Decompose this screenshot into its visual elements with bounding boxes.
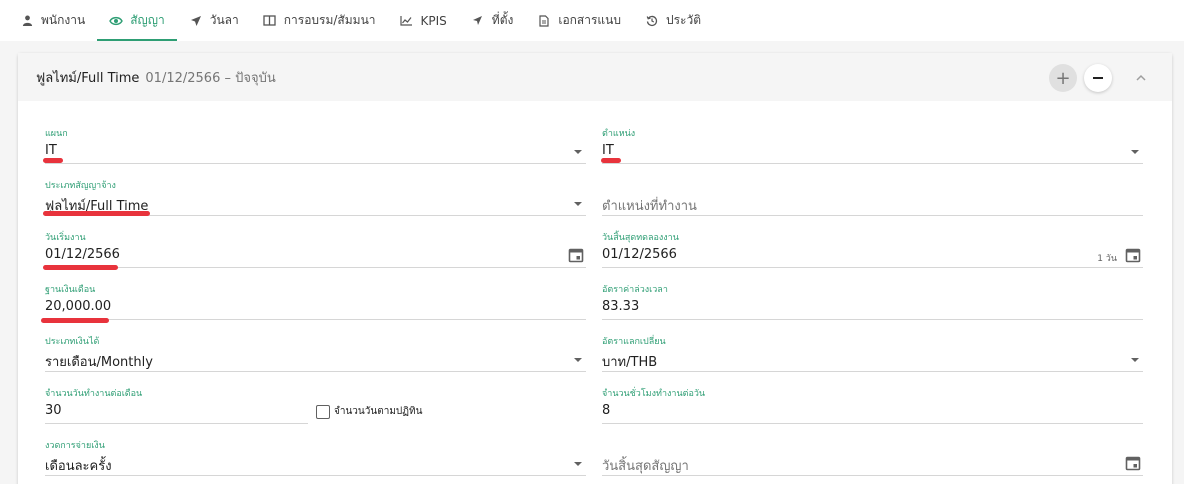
dropdown-arrow-icon: [574, 462, 582, 466]
contract-panel: ฟูลไทม์/Full Time 01/12/2566 – ปัจจุบัน …: [18, 53, 1172, 484]
eye-icon: [109, 14, 123, 28]
tab-location[interactable]: ที่ตั้ง: [459, 0, 526, 41]
calendar-days-label: จำนวนวันตามปฏิทิน: [334, 406, 423, 417]
tab-attachments[interactable]: เอกสารแนบ: [525, 0, 633, 41]
probation-days: 1 วัน: [1097, 254, 1117, 264]
hours-per-day-label: จำนวนชั่วโมงทำงานต่อวัน: [602, 389, 706, 399]
pay-period-label: งวดการจ่ายเงิน: [45, 441, 105, 451]
checkbox-box[interactable]: [316, 404, 330, 419]
dropdown-arrow-icon: [1131, 150, 1139, 154]
calendar-icon[interactable]: [1125, 247, 1141, 263]
department-value: IT: [45, 143, 57, 158]
tab-label: การอบรม/สัมมนา: [283, 13, 376, 27]
pay-type-value: รายเดือน/Monthly: [45, 355, 153, 370]
contract-title: ฟูลไทม์/Full Time: [36, 70, 140, 86]
person-icon: [20, 14, 34, 28]
minus-icon: [1093, 77, 1103, 79]
highlight-mark: [43, 265, 118, 270]
calendar-icon[interactable]: [568, 247, 584, 263]
highlight-mark: [601, 158, 621, 163]
collapse-button[interactable]: [1132, 69, 1150, 87]
contract-date-range: 01/12/2566 – ปัจจุบัน: [145, 70, 276, 86]
contract-type-label: ประเภทสัญญาจ้าง: [45, 181, 116, 191]
contract-panel-header[interactable]: ฟูลไทม์/Full Time 01/12/2566 – ปัจจุบัน …: [18, 53, 1172, 101]
tab-label: สัญญา: [130, 13, 165, 27]
chart-icon: [400, 14, 414, 28]
plus-icon: +: [1055, 67, 1071, 89]
history-icon: [645, 14, 659, 28]
overtime-rate-value: 83.33: [602, 299, 640, 314]
tab-label: ประวัติ: [665, 13, 702, 27]
calendar-days-checkbox[interactable]: จำนวนวันตามปฏิทิน: [316, 404, 422, 419]
pay-period-value: เดือนละครั้ง: [45, 459, 112, 474]
probation-end-value: 01/12/2566: [602, 247, 677, 262]
tab-label: พนักงาน: [41, 13, 86, 27]
chevron-up-icon: [1136, 74, 1146, 81]
tab-label: เอกสารแนบ: [558, 13, 621, 27]
tab-kpis[interactable]: KPIS: [388, 0, 459, 41]
start-date-label: วันเริ่มงาน: [45, 233, 86, 243]
position-label: ตำแหน่ง: [602, 129, 636, 139]
probation-end-label: วันสิ้นสุดทดลองงาน: [602, 233, 679, 243]
tab-label: ที่ตั้ง: [491, 13, 514, 27]
remove-contract-button[interactable]: [1084, 64, 1112, 92]
highlight-mark: [41, 318, 109, 323]
pay-type-label: ประเภทเงินได้: [45, 337, 100, 347]
position-value: IT: [602, 143, 614, 158]
department-label: แผนก: [45, 129, 68, 139]
tab-contract[interactable]: สัญญา: [97, 0, 177, 41]
base-salary-value: 20,000.00: [45, 299, 112, 314]
location-icon: [471, 14, 485, 28]
calendar-icon[interactable]: [1125, 455, 1141, 471]
tab-training[interactable]: การอบรม/สัมมนา: [251, 0, 388, 41]
workdays-value: 30: [45, 403, 62, 418]
hours-per-day-value: 8: [602, 403, 611, 418]
tab-employee[interactable]: พนักงาน: [8, 0, 97, 41]
tab-leave[interactable]: วันลา: [177, 0, 251, 41]
workdays-label: จำนวนวันทำงานต่อเดือน: [45, 389, 143, 399]
exchange-rate-value: บาท/THB: [602, 355, 658, 370]
add-contract-button[interactable]: +: [1049, 64, 1077, 92]
book-icon: [263, 14, 277, 28]
work-position-placeholder: ตำแหน่งที่ทำงาน: [602, 199, 697, 214]
dropdown-arrow-icon: [574, 150, 582, 154]
exchange-rate-label: อัตราแลกเปลี่ยน: [602, 337, 666, 347]
base-salary-label: ฐานเงินเดือน: [45, 285, 96, 295]
tab-label: KPIS: [420, 13, 447, 28]
tab-history[interactable]: ประวัติ: [633, 0, 713, 41]
tab-label: วันลา: [209, 13, 239, 27]
highlight-mark: [43, 158, 63, 163]
tab-bar: พนักงาน สัญญา วันลา การอบรม/สัมมนา KPIS …: [0, 0, 1184, 41]
dropdown-arrow-icon: [1131, 358, 1139, 362]
contract-end-placeholder: วันสิ้นสุดสัญญา: [602, 459, 689, 474]
highlight-mark: [43, 211, 150, 216]
dropdown-arrow-icon: [574, 202, 582, 206]
attachment-icon: [537, 14, 551, 28]
plane-icon: [189, 14, 203, 28]
start-date-value: 01/12/2566: [45, 247, 120, 262]
overtime-rate-label: อัตราค่าล่วงเวลา: [602, 285, 668, 295]
dropdown-arrow-icon: [574, 358, 582, 362]
